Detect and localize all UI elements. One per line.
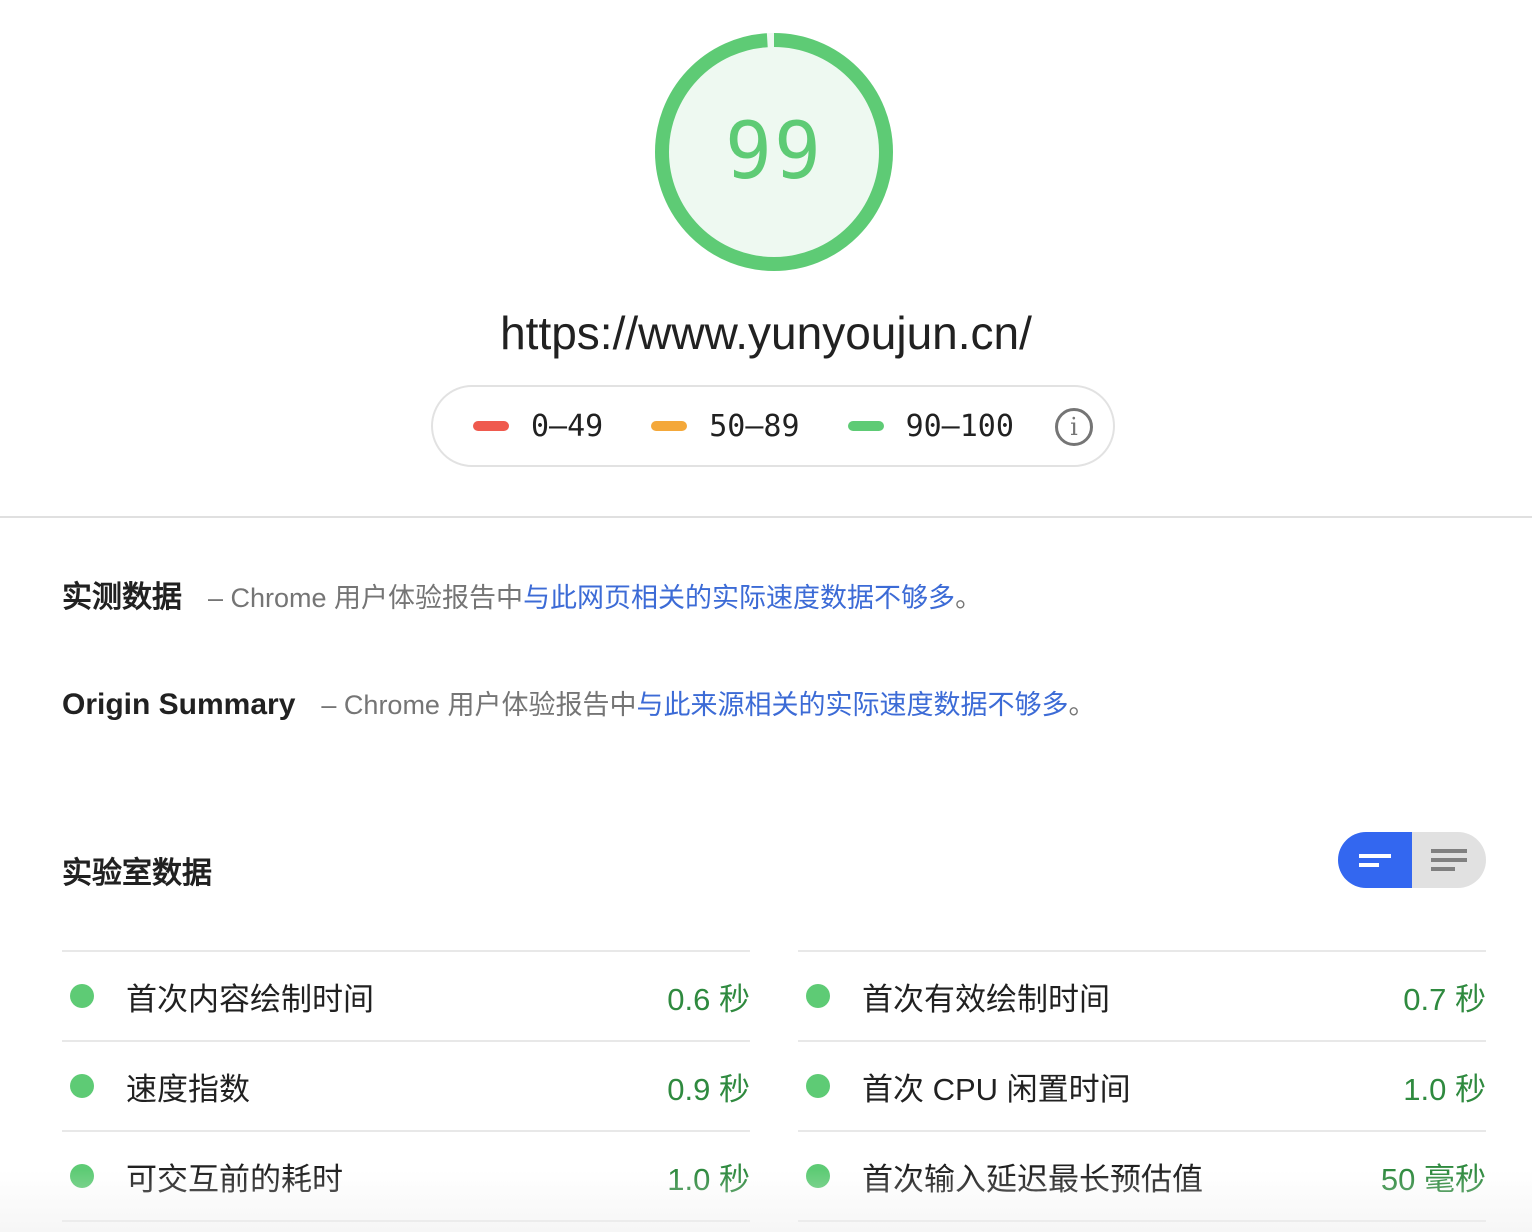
pass-dot-icon bbox=[806, 1074, 830, 1098]
field-data-link[interactable]: 与此网页相关的实际速度数据不够多 bbox=[523, 576, 955, 615]
performance-score-gauge: 99 bbox=[654, 32, 894, 272]
metric-name: 首次内容绘制时间 bbox=[126, 981, 374, 1017]
metric-name: 首次有效绘制时间 bbox=[862, 981, 1110, 1017]
origin-summary-period: 。 bbox=[1068, 690, 1096, 720]
legend-swatch-green bbox=[847, 421, 884, 431]
origin-summary-description: – Chrome 用户体验报告中 bbox=[321, 690, 637, 720]
legend-label: 50–89 bbox=[709, 408, 800, 444]
legend-swatch-red bbox=[473, 421, 509, 431]
score-value: 99 bbox=[725, 107, 823, 197]
metric-value: 0.9 秒 bbox=[667, 1071, 750, 1107]
metric-row: 首次内容绘制时间 0.6 秒 bbox=[62, 950, 750, 1040]
expanded-view-icon bbox=[1431, 849, 1467, 871]
divider bbox=[798, 1220, 1486, 1222]
compact-view-button[interactable] bbox=[1338, 832, 1412, 888]
origin-summary-title: Origin Summary bbox=[62, 688, 296, 721]
pass-dot-icon bbox=[806, 984, 830, 1008]
metric-name: 速度指数 bbox=[126, 1071, 250, 1107]
metric-row: 首次有效绘制时间 0.7 秒 bbox=[798, 950, 1486, 1040]
compact-view-icon bbox=[1359, 853, 1391, 867]
expanded-view-button[interactable] bbox=[1412, 832, 1486, 888]
lab-data-title: 实验室数据 bbox=[62, 857, 212, 890]
pass-dot-icon bbox=[806, 1164, 830, 1188]
lab-metrics-grid: 首次内容绘制时间 0.6 秒 首次有效绘制时间 0.7 秒 速度指数 0.9 秒… bbox=[62, 950, 1486, 1220]
metric-row: 可交互前的耗时 1.0 秒 bbox=[62, 1130, 750, 1220]
legend-swatch-orange bbox=[651, 421, 688, 431]
legend-label: 0–49 bbox=[531, 408, 604, 444]
legend-item-pass: 90–100 bbox=[847, 408, 1014, 444]
field-data-description: – Chrome 用户体验报告中 bbox=[208, 583, 524, 613]
score-legend: 0–49 50–89 90–100 i bbox=[431, 385, 1115, 467]
divider bbox=[62, 1220, 750, 1222]
field-data-section: 实测数据 – Chrome 用户体验报告中 与此网页相关的实际速度数据不够多 。 bbox=[62, 572, 982, 616]
metric-value: 0.6 秒 bbox=[667, 981, 750, 1017]
field-data-period: 。 bbox=[955, 583, 983, 613]
origin-summary-section: Origin Summary – Chrome 用户体验报告中 与此来源相关的实… bbox=[62, 683, 1095, 722]
metrics-view-toggle bbox=[1338, 832, 1486, 888]
metric-name: 首次 CPU 闲置时间 bbox=[862, 1071, 1131, 1107]
metric-name: 首次输入延迟最长预估值 bbox=[862, 1161, 1203, 1197]
tested-url: https://www.yunyoujun.cn/ bbox=[500, 307, 1032, 359]
metric-row: 首次 CPU 闲置时间 1.0 秒 bbox=[798, 1040, 1486, 1130]
metric-value: 1.0 秒 bbox=[667, 1161, 750, 1197]
field-data-title: 实测数据 bbox=[62, 581, 182, 614]
legend-item-average: 50–89 bbox=[651, 408, 800, 444]
info-icon[interactable]: i bbox=[1055, 408, 1093, 446]
section-divider bbox=[0, 516, 1532, 518]
metric-value: 50 毫秒 bbox=[1380, 1161, 1486, 1197]
metric-value: 0.7 秒 bbox=[1403, 981, 1486, 1017]
metrics-bottom-border bbox=[62, 1220, 1486, 1222]
legend-label: 90–100 bbox=[905, 408, 1014, 444]
metric-row: 速度指数 0.9 秒 bbox=[62, 1040, 750, 1130]
legend-item-fail: 0–49 bbox=[473, 409, 603, 444]
pass-dot-icon bbox=[70, 1164, 94, 1188]
metric-name: 可交互前的耗时 bbox=[126, 1161, 343, 1197]
metric-value: 1.0 秒 bbox=[1403, 1071, 1486, 1107]
metric-row: 首次输入延迟最长预估值 50 毫秒 bbox=[798, 1130, 1486, 1220]
pass-dot-icon bbox=[70, 984, 94, 1008]
pass-dot-icon bbox=[70, 1074, 94, 1098]
origin-summary-link[interactable]: 与此来源相关的实际速度数据不够多 bbox=[636, 683, 1068, 722]
